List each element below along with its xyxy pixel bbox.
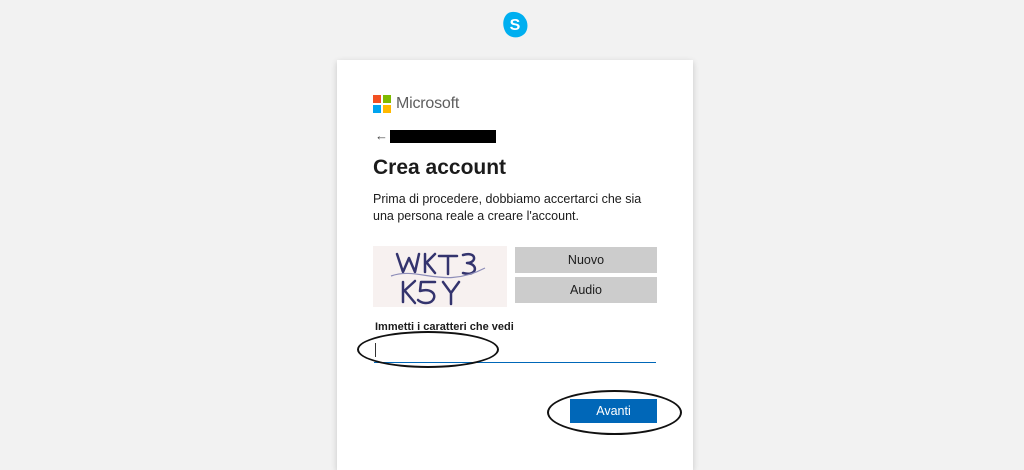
page-description: Prima di procedere, dobbiamo accertarci … xyxy=(373,192,642,223)
new-captcha-button[interactable]: Nuovo xyxy=(515,247,657,273)
skype-logo-icon: S xyxy=(502,11,528,38)
captcha-input[interactable] xyxy=(374,340,656,363)
next-button[interactable]: Avanti xyxy=(570,399,657,423)
identity-row: ← xyxy=(375,129,496,143)
redacted-email xyxy=(390,129,496,143)
audio-captcha-button[interactable]: Audio xyxy=(515,277,657,303)
back-arrow-icon[interactable]: ← xyxy=(375,129,389,143)
captcha-input-label: Immetti i caratteri che vedi xyxy=(375,321,514,333)
microsoft-logo: Microsoft xyxy=(373,95,459,113)
svg-text:S: S xyxy=(510,17,521,34)
microsoft-logo-icon xyxy=(373,95,391,113)
captcha-image xyxy=(373,246,507,307)
page-title: Crea account xyxy=(373,156,507,179)
text-cursor xyxy=(375,343,376,357)
signup-card: Microsoft ← Crea account Prima di proced… xyxy=(337,60,693,470)
microsoft-brand-text: Microsoft xyxy=(396,95,460,112)
